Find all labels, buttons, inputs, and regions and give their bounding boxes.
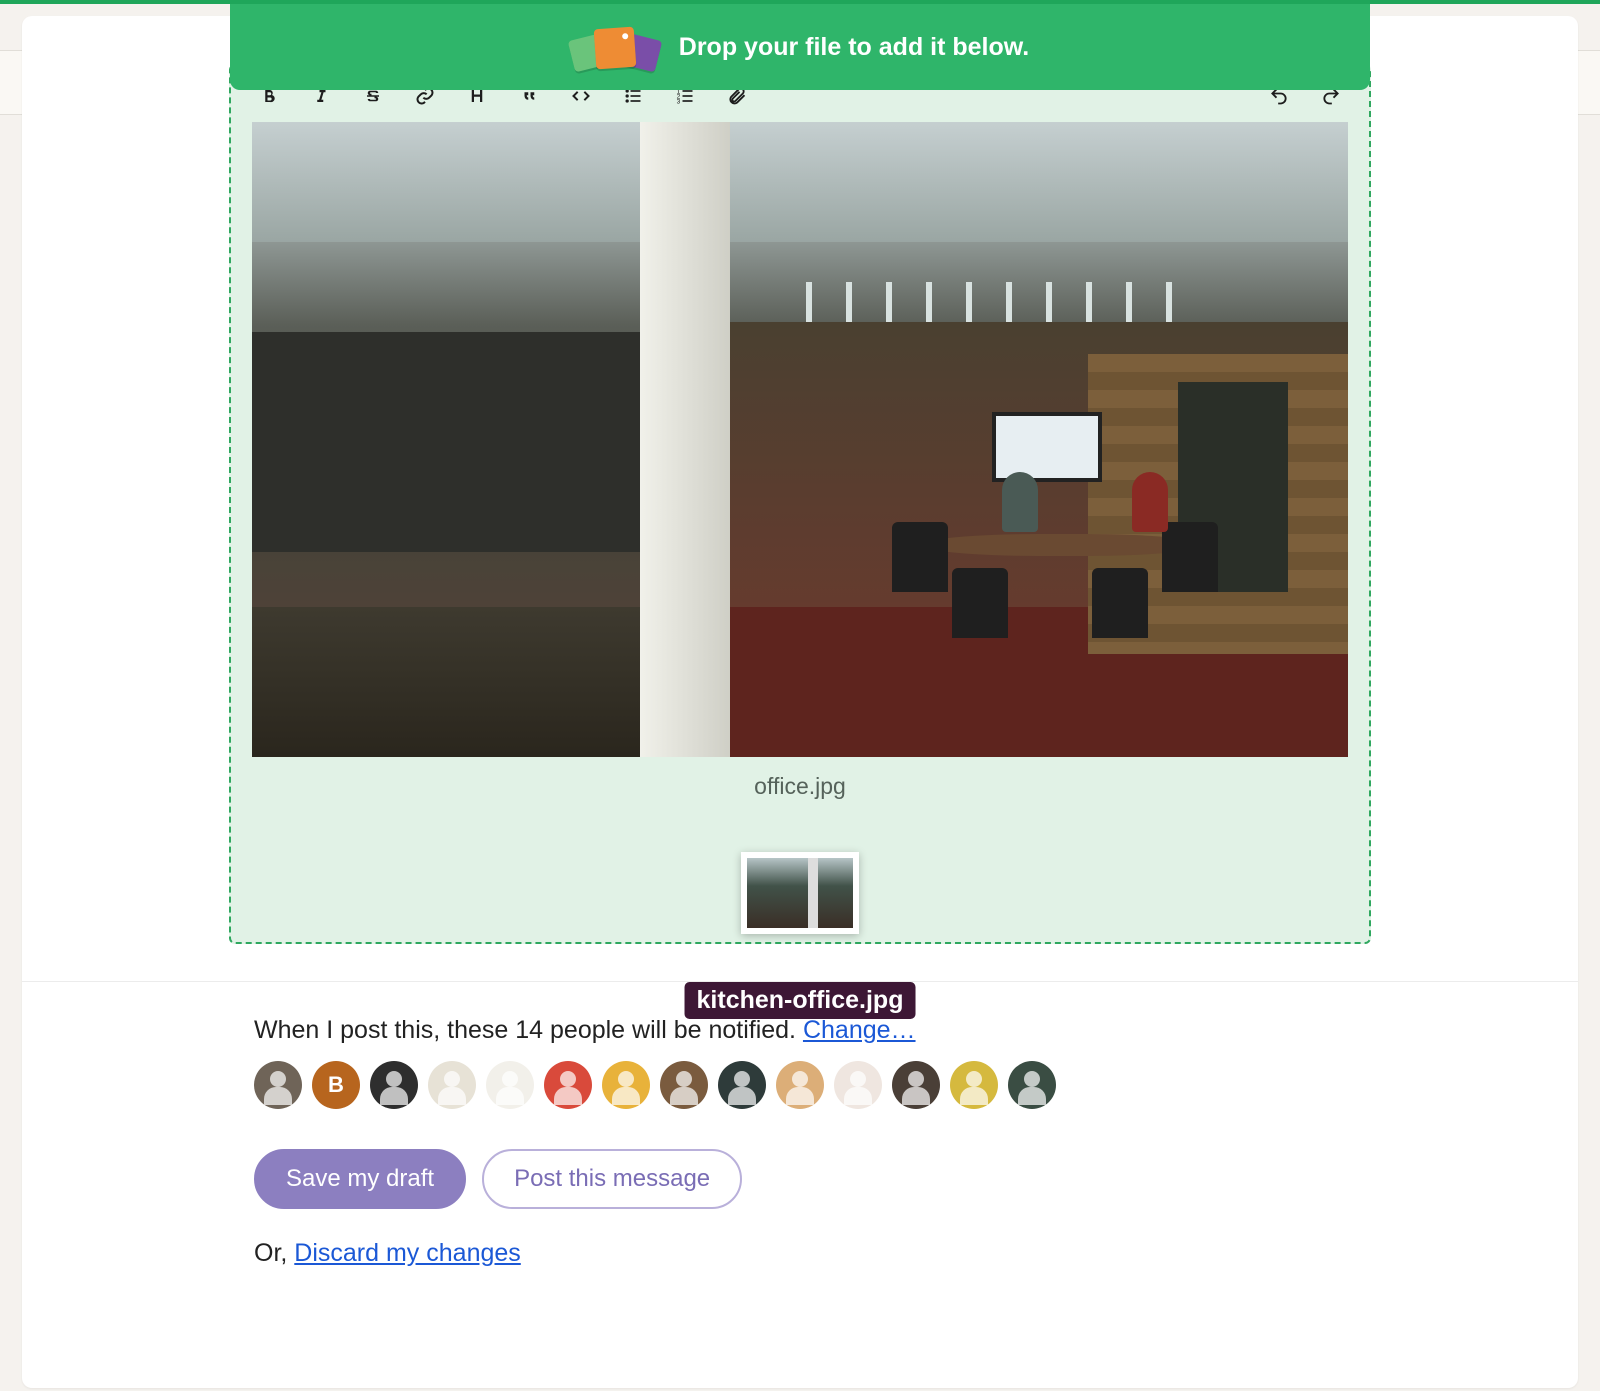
action-buttons: Save my draft Post this message [254, 1149, 1346, 1209]
avatar[interactable] [254, 1061, 302, 1109]
card-divider [22, 981, 1578, 982]
file-stack-icon [571, 22, 661, 72]
avatar[interactable] [486, 1061, 534, 1109]
attached-image-caption: office.jpg [239, 773, 1361, 800]
dragging-file-label: kitchen-office.jpg [685, 982, 916, 1019]
avatar[interactable] [776, 1061, 824, 1109]
save-draft-button[interactable]: Save my draft [254, 1149, 466, 1209]
drop-file-banner: Drop your file to add it below. [230, 4, 1370, 90]
or-prefix: Or, [254, 1239, 294, 1267]
discard-changes-link[interactable]: Discard my changes [294, 1239, 520, 1267]
message-card: 123 office.jpg kitchen-office [22, 16, 1578, 1388]
notify-line: When I post this, these 14 people will b… [254, 1016, 1346, 1045]
avatar[interactable] [718, 1061, 766, 1109]
avatar[interactable] [660, 1061, 708, 1109]
subscriber-avatars: B [254, 1061, 1346, 1109]
avatar[interactable] [834, 1061, 882, 1109]
avatar[interactable]: B [312, 1061, 360, 1109]
avatar[interactable] [950, 1061, 998, 1109]
editor-drop-zone[interactable]: 123 office.jpg [229, 64, 1371, 944]
notify-count: 14 [515, 1016, 543, 1044]
notify-suffix: people will be notified. [543, 1016, 803, 1044]
avatar[interactable] [428, 1061, 476, 1109]
avatar[interactable] [1008, 1061, 1056, 1109]
drop-banner-text: Drop your file to add it below. [679, 33, 1029, 62]
svg-text:3: 3 [677, 99, 681, 106]
dragging-file-thumbnail[interactable] [741, 852, 859, 934]
attached-image-preview[interactable] [252, 122, 1348, 757]
avatar[interactable] [892, 1061, 940, 1109]
notify-prefix: When I post this, these [254, 1016, 515, 1044]
avatar[interactable] [602, 1061, 650, 1109]
avatar[interactable] [370, 1061, 418, 1109]
post-footer-area: When I post this, these 14 people will b… [254, 1016, 1346, 1268]
discard-row: Or, Discard my changes [254, 1239, 1346, 1268]
avatar[interactable] [544, 1061, 592, 1109]
change-subscribers-link[interactable]: Change… [803, 1016, 916, 1044]
post-message-button[interactable]: Post this message [482, 1149, 742, 1209]
